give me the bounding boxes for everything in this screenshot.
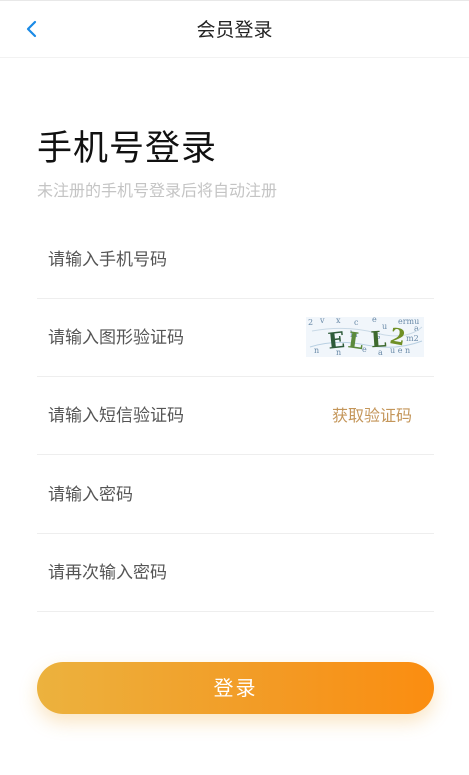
login-button[interactable]: 登录 xyxy=(37,662,434,714)
svg-text:n: n xyxy=(314,346,319,355)
captcha-field-row: 2 v x c e u ermu m2 n n e a u e n lu G a xyxy=(37,299,434,377)
svg-text:v: v xyxy=(319,317,325,325)
confirm-password-field-row xyxy=(37,534,434,612)
get-sms-code-button[interactable]: 获取验证码 xyxy=(332,377,412,455)
confirm-password-input[interactable] xyxy=(48,534,298,612)
password-input[interactable] xyxy=(48,456,298,534)
login-heading: 手机号登录 xyxy=(37,129,218,169)
password-field-row xyxy=(37,456,434,534)
phone-field-row xyxy=(37,221,434,299)
header-bar: 会员登录 xyxy=(0,0,469,58)
captcha-input[interactable] xyxy=(48,299,298,377)
phone-input[interactable] xyxy=(48,221,298,299)
svg-text:m2: m2 xyxy=(406,334,419,343)
sms-code-input[interactable] xyxy=(48,377,298,455)
svg-text:e: e xyxy=(372,317,377,324)
captcha-char-3: L xyxy=(370,326,387,353)
captcha-image[interactable]: 2 v x c e u ermu m2 n n e a u e n lu G a xyxy=(306,315,424,357)
svg-text:x: x xyxy=(336,317,341,325)
svg-text:c: c xyxy=(354,318,359,327)
page-title: 会员登录 xyxy=(196,19,273,41)
captcha-graphic: 2 v x c e u ermu m2 n n e a u e n lu G a xyxy=(306,315,424,357)
svg-text:2: 2 xyxy=(308,318,313,327)
sms-field-row: 获取验证码 xyxy=(37,377,434,455)
auto-register-hint: 未注册的手机号登录后将自动注册 xyxy=(37,181,278,200)
captcha-char-1: E xyxy=(327,327,346,355)
login-page: 会员登录 手机号登录 未注册的手机号登录后将自动注册 2 v x c e u e… xyxy=(0,0,469,775)
